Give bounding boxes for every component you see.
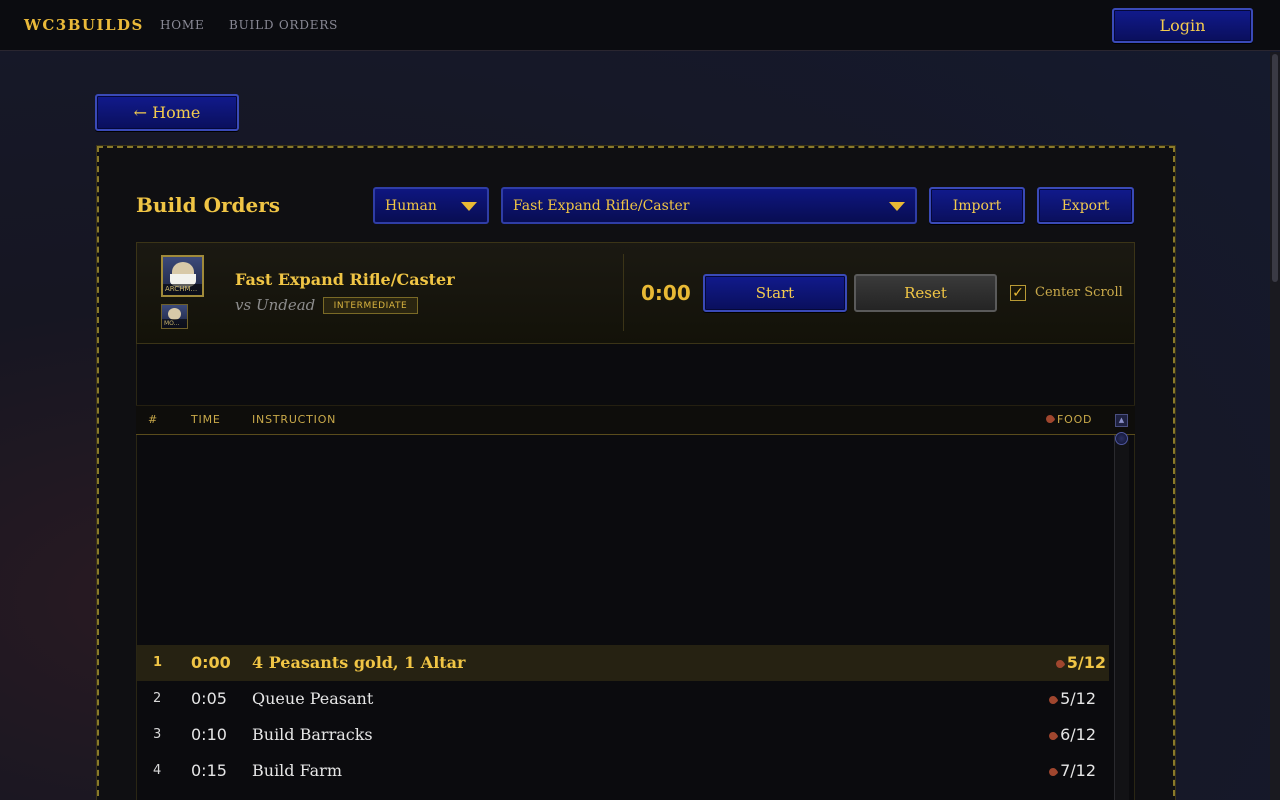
nav-build-orders-link[interactable]: BUILD ORDERS [229, 18, 338, 32]
row-num: 3 [153, 727, 162, 742]
import-button[interactable]: Import [929, 187, 1025, 224]
reset-button[interactable]: Reset [854, 274, 997, 312]
food-icon [1054, 658, 1066, 670]
timer-display: 0:00 [641, 281, 691, 305]
difficulty-badge: INTERMEDIATE [323, 297, 418, 314]
header-time: TIME [191, 413, 221, 426]
export-button[interactable]: Export [1037, 187, 1134, 224]
row-food-value: 7/12 [1060, 761, 1096, 780]
build-name: Fast Expand Rifle/Caster [235, 270, 455, 289]
header-food: FOOD [1044, 413, 1093, 426]
matchup-label: vs Undead [235, 296, 316, 314]
row-instruction: 4 Peasants gold, 1 Altar [252, 653, 466, 672]
page-title: Build Orders [136, 193, 281, 217]
header-food-label: FOOD [1057, 413, 1093, 426]
row-instruction: Queue Peasant [252, 689, 374, 708]
row-food: 5/12 [1047, 689, 1096, 708]
row-time: 0:00 [191, 653, 231, 672]
chevron-down-icon [461, 202, 477, 211]
race-select-value: Human [385, 197, 437, 214]
header-divider [623, 254, 624, 331]
header-num: # [148, 413, 159, 426]
row-num: 4 [153, 763, 162, 778]
row-instruction: Build Barracks [252, 725, 373, 744]
build-select-value: Fast Expand Rifle/Caster [513, 197, 690, 214]
row-num: 1 [153, 655, 163, 670]
row-food: 7/12 [1047, 761, 1096, 780]
build-select[interactable]: Fast Expand Rifle/Caster [501, 187, 917, 224]
row-food-value: 5/12 [1066, 653, 1106, 672]
race-select[interactable]: Human [373, 187, 489, 224]
row-food: 5/12 [1054, 653, 1106, 672]
row-time: 0:10 [191, 725, 227, 744]
food-icon [1047, 766, 1059, 778]
row-food-value: 5/12 [1060, 689, 1096, 708]
table-scrollbar[interactable] [1114, 435, 1129, 800]
row-food-value: 6/12 [1060, 725, 1096, 744]
center-scroll-checkbox[interactable]: ✓ [1010, 285, 1026, 301]
brand-logo[interactable]: WC3BUILDS [24, 16, 144, 34]
back-home-button[interactable]: ← Home [95, 94, 239, 131]
row-time: 0:15 [191, 761, 227, 780]
login-button[interactable]: Login [1112, 8, 1253, 43]
scroll-up-icon[interactable]: ▲ [1115, 414, 1128, 427]
hero-main-caption: ARCHM... [163, 284, 202, 295]
header-instruction: INSTRUCTION [252, 413, 337, 426]
page-scroll-thumb[interactable] [1272, 54, 1278, 282]
food-icon [1044, 413, 1056, 425]
row-num: 2 [153, 691, 162, 706]
row-instruction: Build Farm [252, 761, 342, 780]
nav-home-link[interactable]: HOME [160, 18, 205, 32]
scroll-thumb[interactable] [1115, 432, 1128, 445]
center-scroll-label[interactable]: Center Scroll [1035, 285, 1123, 300]
row-time: 0:05 [191, 689, 227, 708]
start-button[interactable]: Start [703, 274, 847, 312]
row-food: 6/12 [1047, 725, 1096, 744]
hero-secondary-caption: MO... [162, 319, 187, 328]
food-icon [1047, 694, 1059, 706]
hero-portrait-secondary: MO... [161, 304, 188, 329]
hero-portrait-main: ARCHM... [161, 255, 204, 297]
chevron-down-icon [889, 202, 905, 211]
food-icon [1047, 730, 1059, 742]
